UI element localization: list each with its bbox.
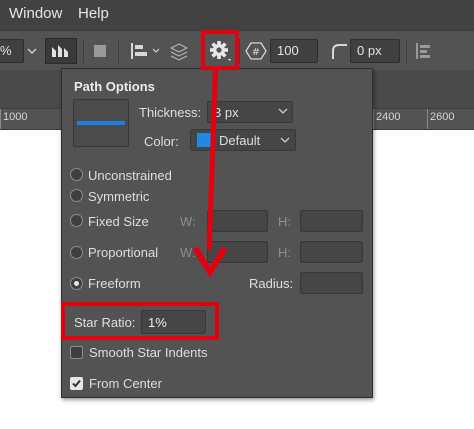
from-center-checkbox[interactable] xyxy=(70,377,83,390)
panel-title: Path Options xyxy=(74,79,155,94)
stop-icon[interactable] xyxy=(92,43,108,59)
proportional-height-input[interactable] xyxy=(300,241,363,263)
path-alignment-button[interactable] xyxy=(45,38,77,64)
gear-highlight-box xyxy=(201,30,239,70)
ruler-mark xyxy=(427,109,428,129)
align-icon[interactable] xyxy=(129,41,151,61)
toolbar-separator xyxy=(406,39,407,63)
from-center-label: From Center xyxy=(89,376,162,391)
symmetric-label: Symmetric xyxy=(88,189,150,204)
fixed-size-w-label: W: xyxy=(180,214,196,229)
toolbar-separator xyxy=(118,39,119,63)
svg-text:#: # xyxy=(252,47,260,58)
corners-count-value: 100 xyxy=(277,43,299,58)
menu-bar: Window Help xyxy=(0,0,474,30)
menu-window[interactable]: Window xyxy=(9,5,62,22)
toolbar-separator xyxy=(83,39,84,63)
ruler-mark xyxy=(0,109,1,129)
thickness-label: Thickness: xyxy=(139,105,202,120)
corner-radius-input[interactable]: 0 px xyxy=(350,39,400,63)
thickness-input[interactable]: 3 px xyxy=(207,101,293,123)
path-alignment-icon xyxy=(52,45,68,57)
star-ratio-highlight-box xyxy=(61,302,219,340)
chevron-down-icon[interactable] xyxy=(278,108,288,116)
ruler-tick: 2600 xyxy=(430,111,455,123)
color-swatch xyxy=(197,133,211,147)
path-options-panel: Path Options Thickness: 3 px Color: Defa… xyxy=(61,68,373,398)
smooth-star-indents-label: Smooth Star Indents xyxy=(89,345,208,360)
color-value: Default xyxy=(219,133,261,148)
unconstrained-label: Unconstrained xyxy=(88,168,172,183)
ruler-tick: 1000 xyxy=(3,111,28,123)
freeform-label: Freeform xyxy=(88,276,141,291)
chevron-down-icon[interactable] xyxy=(280,137,290,145)
chevron-down-icon[interactable] xyxy=(152,47,160,55)
checkmark-icon xyxy=(72,379,81,388)
unconstrained-radio[interactable] xyxy=(70,168,83,181)
polygon-sides-icon: # xyxy=(245,42,267,60)
annotation-arrow-head-icon xyxy=(192,246,228,278)
thickness-value: 3 px xyxy=(214,105,239,120)
fixed-size-h-label: H: xyxy=(278,214,291,229)
chevron-down-icon[interactable] xyxy=(25,43,39,59)
fixed-size-label: Fixed Size xyxy=(88,214,149,229)
menu-help[interactable]: Help xyxy=(78,5,109,22)
zoom-field[interactable]: % xyxy=(0,39,24,63)
proportional-label: Proportional xyxy=(88,245,159,260)
ruler-tick: 2400 xyxy=(376,111,401,123)
proportional-radio[interactable] xyxy=(70,246,83,259)
corners-count-input[interactable]: 100 xyxy=(270,39,318,63)
color-label: Color: xyxy=(144,134,179,149)
zoom-value: % xyxy=(0,43,12,58)
symmetric-radio[interactable] xyxy=(70,189,83,202)
toolbar-separator xyxy=(239,39,240,63)
fixed-size-width-input[interactable] xyxy=(207,210,268,232)
corner-radius-icon xyxy=(332,44,347,59)
path-preview-line xyxy=(77,121,125,125)
smooth-star-indents-checkbox[interactable] xyxy=(70,346,83,359)
ruler-mark xyxy=(373,109,374,129)
freeform-radio[interactable] xyxy=(70,277,83,290)
corner-radius-value: 0 px xyxy=(357,43,382,58)
fixed-size-radio[interactable] xyxy=(70,214,83,227)
proportional-h-label: H: xyxy=(278,245,291,260)
arrange-layers-icon[interactable] xyxy=(167,40,191,62)
color-select[interactable]: Default xyxy=(190,129,296,151)
radius-label: Radius: xyxy=(249,276,294,291)
fixed-size-height-input[interactable] xyxy=(300,210,363,232)
radius-input[interactable] xyxy=(300,272,363,294)
path-preview xyxy=(73,99,129,147)
align-edges-icon[interactable] xyxy=(414,41,434,61)
